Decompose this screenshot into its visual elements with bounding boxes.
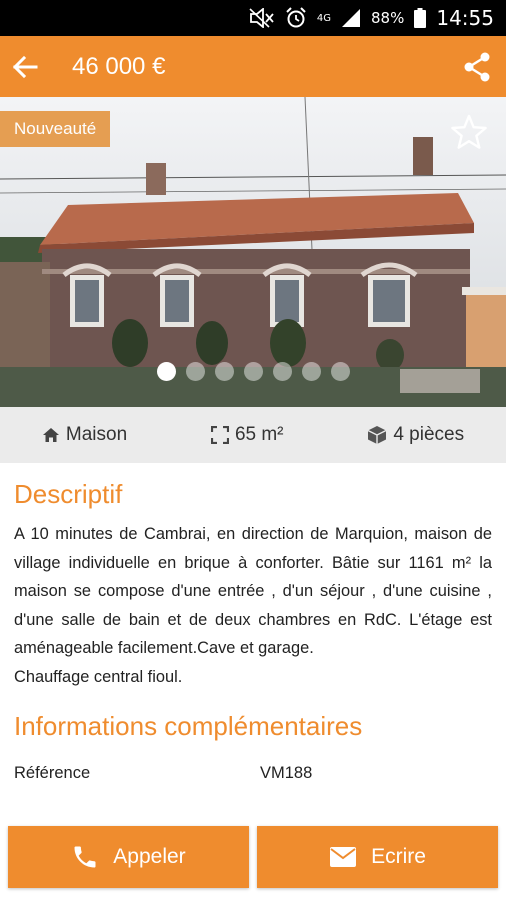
listing-content: Descriptif A 10 minutes de Cambrai, en d…: [0, 463, 506, 783]
info-title: Informations complémentaires: [14, 711, 363, 741]
battery-icon: [414, 8, 427, 28]
share-icon: [464, 52, 490, 82]
app-bar: 46 000 €: [0, 36, 506, 97]
carousel-dot[interactable]: [214, 362, 234, 381]
share-button[interactable]: [458, 48, 496, 86]
carousel-dot[interactable]: [272, 362, 292, 381]
info-row: Référence VM188: [14, 764, 492, 783]
property-rooms: 4 pièces: [393, 424, 465, 445]
carousel-dot[interactable]: [301, 362, 321, 381]
carousel-indicator: [0, 362, 506, 381]
arrow-back-icon: [12, 55, 38, 78]
star-outline-icon: [451, 114, 487, 149]
description-title: Descriptif: [14, 479, 123, 509]
photo-carousel[interactable]: Nouveauté: [0, 97, 506, 407]
mute-icon: [249, 8, 275, 28]
call-button[interactable]: Appeler: [8, 826, 249, 888]
carousel-dot[interactable]: [156, 362, 176, 381]
battery-percent: 88%: [371, 9, 405, 27]
new-listing-badge: Nouveauté: [0, 111, 111, 147]
property-type: Maison: [65, 424, 128, 445]
alarm-icon: [285, 7, 307, 29]
carousel-dot[interactable]: [185, 362, 205, 381]
home-icon: [42, 428, 59, 442]
property-features: Maison 65 m² 4 pièces: [0, 407, 506, 463]
write-button[interactable]: Ecrire: [257, 826, 498, 888]
carousel-dot[interactable]: [243, 362, 263, 381]
listing-price: 46 000 €: [72, 52, 166, 80]
carousel-dot[interactable]: [330, 362, 350, 381]
status-bar: 4G 88% 14:55: [0, 0, 506, 36]
info-value: VM188: [260, 764, 313, 782]
phone-icon: [74, 846, 96, 868]
back-button[interactable]: [2, 36, 48, 97]
call-label: Appeler: [113, 845, 186, 868]
cube-icon: [367, 426, 387, 444]
write-label: Ecrire: [371, 845, 426, 868]
mail-icon: [330, 847, 357, 867]
feature-type: Maison: [42, 424, 127, 446]
info-label: Référence: [14, 764, 91, 782]
description-text: A 10 minutes de Cambrai, en direction de…: [14, 525, 492, 686]
feature-surface: 65 m²: [210, 424, 284, 446]
clock: 14:55: [436, 6, 494, 30]
signal-icon: [341, 8, 361, 28]
feature-rooms: 4 pièces: [367, 424, 464, 446]
network-type: 4G: [316, 12, 332, 24]
favorite-button[interactable]: [448, 111, 490, 153]
contact-actions: Appeler Ecrire: [0, 822, 506, 900]
property-surface: 65 m²: [234, 424, 284, 445]
fullscreen-icon: [210, 426, 229, 444]
